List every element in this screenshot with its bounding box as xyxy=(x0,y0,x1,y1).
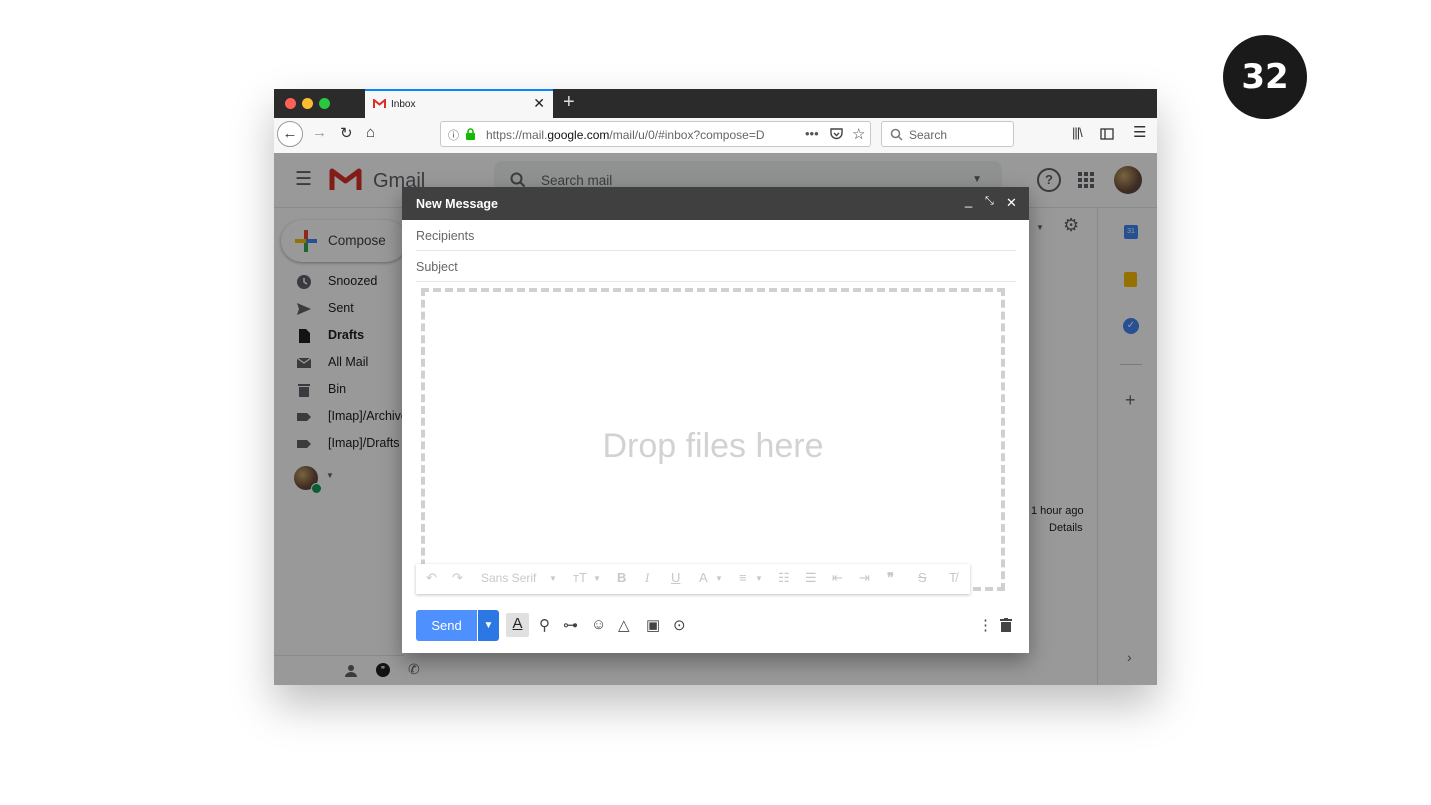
drop-zone[interactable]: Drop files here xyxy=(421,288,1005,591)
sidebar-toggle-icon[interactable] xyxy=(1100,128,1114,140)
align-icon[interactable]: ≡ xyxy=(739,570,747,585)
forward-icon[interactable]: → xyxy=(312,124,327,141)
text-color-dropdown-icon[interactable]: ▼ xyxy=(715,574,723,583)
quote-icon[interactable]: ❞ xyxy=(887,570,894,586)
browser-search-input[interactable]: Search xyxy=(881,121,1014,147)
tab-close-icon[interactable]: ✕ xyxy=(533,95,545,112)
url-bar[interactable]: ⓘ https://mail.google.com/mail/u/0/#inbo… xyxy=(440,121,871,147)
indent-less-icon[interactable]: ⇤ xyxy=(832,570,843,586)
minimize-icon[interactable]: _ xyxy=(965,193,972,208)
recipients-placeholder: Recipients xyxy=(416,229,475,243)
tab-bar: Inbox ✕ + xyxy=(274,89,1157,118)
info-icon[interactable]: ⓘ xyxy=(448,127,459,143)
slide-number-badge: 32 xyxy=(1223,35,1307,119)
attach-icon[interactable]: ⚲ xyxy=(539,616,550,634)
tab-inbox[interactable]: Inbox ✕ xyxy=(365,89,553,118)
page-actions-icon[interactable]: ••• xyxy=(805,126,819,141)
home-icon[interactable]: ⌂ xyxy=(366,124,375,141)
link-icon[interactable]: ⊶ xyxy=(563,616,578,634)
fullscreen-icon[interactable]: ⤡ xyxy=(985,195,994,208)
formatting-toggle-icon[interactable]: A xyxy=(506,613,529,637)
more-options-icon[interactable]: ⋮ xyxy=(978,616,993,634)
reload-icon[interactable]: ↻ xyxy=(340,124,353,142)
drop-zone-text: Drop files here xyxy=(602,427,824,465)
confidential-mode-icon[interactable]: ⊙ xyxy=(673,616,686,634)
compose-window: New Message _ ⤡ ✕ Recipients Subject Dro… xyxy=(402,187,1029,653)
undo-icon[interactable]: ↶ xyxy=(426,570,437,586)
bulleted-list-icon[interactable]: ☰ xyxy=(805,570,817,586)
bold-icon[interactable]: B xyxy=(617,570,626,585)
align-dropdown-icon[interactable]: ▼ xyxy=(755,574,763,583)
subject-placeholder: Subject xyxy=(416,260,458,274)
emoji-icon[interactable]: ☺ xyxy=(591,616,606,633)
minimize-window-dot[interactable] xyxy=(302,98,313,109)
drive-icon[interactable]: △ xyxy=(618,616,630,634)
numbered-list-icon[interactable]: ☷ xyxy=(778,570,790,586)
send-button[interactable]: Send xyxy=(416,610,477,641)
new-tab-icon[interactable]: + xyxy=(563,91,575,114)
compose-title: New Message xyxy=(416,197,498,211)
redo-icon[interactable]: ↷ xyxy=(452,570,463,586)
browser-window: Inbox ✕ + ← → ↻ ⌂ ⓘ https://mail.google.… xyxy=(274,89,1157,685)
library-icon[interactable]: |||\ xyxy=(1072,125,1083,140)
bookmark-star-icon[interactable]: ☆ xyxy=(852,125,865,143)
font-size-icon[interactable]: тT xyxy=(573,570,587,585)
gmail-favicon-icon xyxy=(373,99,386,108)
navigation-bar: ← → ↻ ⌂ ⓘ https://mail.google.com/mail/u… xyxy=(274,118,1157,154)
discard-draft-icon[interactable] xyxy=(1000,618,1012,632)
underline-icon[interactable]: U xyxy=(671,570,680,585)
italic-icon[interactable]: I xyxy=(645,570,649,586)
menu-icon[interactable]: ☰ xyxy=(1133,123,1146,141)
compose-header: New Message _ ⤡ ✕ xyxy=(402,187,1029,220)
recipients-field[interactable]: Recipients xyxy=(416,220,1016,251)
tab-title: Inbox xyxy=(391,99,416,110)
subject-field[interactable]: Subject xyxy=(416,251,1016,282)
pocket-icon[interactable] xyxy=(830,128,843,140)
strikethrough-icon[interactable]: S xyxy=(918,570,927,585)
font-dropdown-icon[interactable]: ▼ xyxy=(549,574,557,583)
close-window-dot[interactable] xyxy=(285,98,296,109)
maximize-window-dot[interactable] xyxy=(319,98,330,109)
indent-more-icon[interactable]: ⇥ xyxy=(859,570,870,586)
send-options-icon[interactable]: ▼ xyxy=(478,610,499,641)
search-icon xyxy=(890,128,903,141)
close-icon[interactable]: ✕ xyxy=(1006,195,1017,211)
back-icon[interactable]: ← xyxy=(277,121,303,147)
photo-icon[interactable]: ▣ xyxy=(646,616,660,634)
remove-formatting-icon[interactable]: T̸ xyxy=(949,570,957,585)
text-color-icon[interactable]: A xyxy=(699,570,708,585)
formatting-toolbar: ↶ ↷ Sans Serif ▼ тT ▼ B I U A ▼ ≡ ▼ ☷ ☰ … xyxy=(416,564,970,594)
url-text: https://mail.google.com/mail/u/0/#inbox?… xyxy=(486,128,765,142)
lock-icon xyxy=(466,128,475,140)
font-size-dropdown-icon[interactable]: ▼ xyxy=(593,574,601,583)
font-select[interactable]: Sans Serif xyxy=(481,571,536,585)
browser-search-placeholder: Search xyxy=(909,128,948,142)
